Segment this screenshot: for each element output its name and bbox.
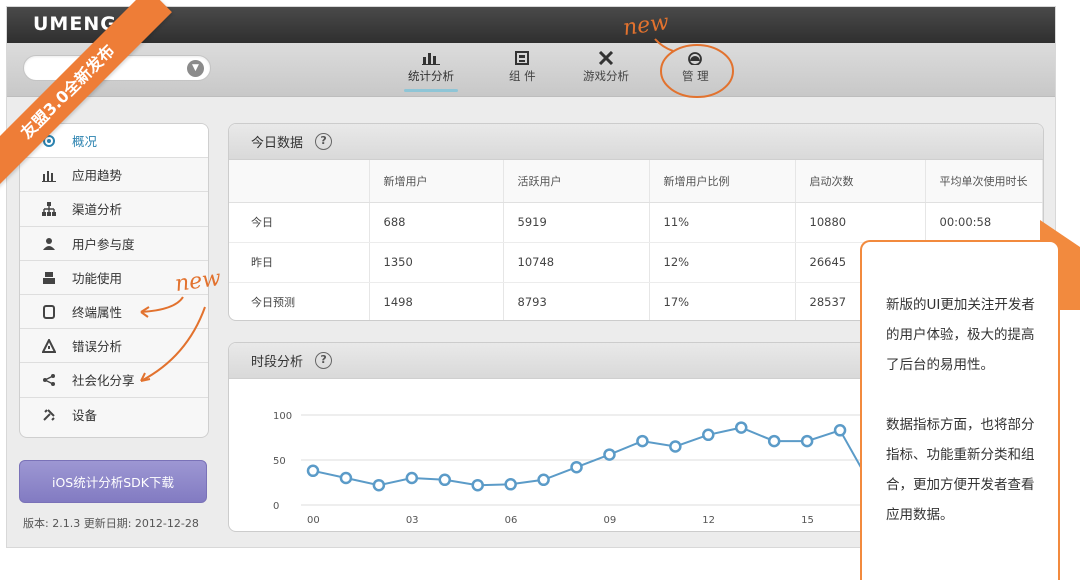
channel-icon	[42, 202, 56, 217]
sidebar-item-social-share[interactable]: 社会化分享	[20, 363, 208, 398]
feature-icon	[43, 271, 55, 284]
table-cell: 昨日	[229, 242, 370, 283]
table-cell: 今日预测	[229, 282, 370, 320]
new-annotation: new	[173, 265, 223, 298]
y-tick-label: 0	[273, 501, 279, 512]
column-header: 新增用户比例	[649, 160, 796, 203]
data-point	[767, 434, 781, 448]
sidebar-item-label: 终端属性	[72, 305, 123, 321]
x-tick-label: 00	[307, 515, 320, 526]
data-point	[833, 424, 847, 437]
sidebar-item-label: 设备	[72, 408, 98, 424]
tab-statistics[interactable]: 统计分析	[404, 51, 458, 92]
sidebar-item-label: 错误分析	[72, 339, 123, 355]
settings-icon	[43, 408, 55, 421]
tab-game-analysis-label: 游戏分析	[583, 69, 629, 83]
sidebar-item-trend[interactable]: 应用趋势	[20, 158, 208, 193]
data-point	[339, 471, 353, 485]
data-point	[504, 478, 517, 491]
table-cell: 1498	[369, 282, 504, 320]
table-cell: 1350	[369, 242, 504, 283]
tab-manage-label: 管 理	[682, 69, 709, 83]
sidebar-item-label: 用户参与度	[72, 236, 135, 252]
table-cell: 今日	[229, 202, 370, 243]
component-icon	[515, 51, 530, 65]
table-row: 今日 688 5919 11% 10880 00:00:58	[229, 202, 1043, 243]
tab-manage[interactable]: 管 理	[682, 51, 709, 84]
table-cell: 8793	[503, 282, 650, 320]
error-icon	[42, 339, 56, 354]
sidebar-item-device-attributes[interactable]: 终端属性	[20, 295, 208, 330]
x-tick-label: 12	[702, 515, 715, 526]
version-info: 版本: 2.1.3 更新日期: 2012-12-28	[23, 517, 199, 530]
data-point	[570, 460, 583, 474]
column-header: 新增用户	[369, 160, 504, 203]
x-tick-label: 03	[406, 515, 419, 526]
data-point	[471, 478, 484, 492]
game-icon	[598, 51, 614, 65]
data-point	[603, 448, 616, 461]
manage-icon	[688, 52, 703, 65]
sidebar-item-channel[interactable]: 渠道分析	[20, 192, 208, 227]
x-tick-label: 15	[801, 515, 814, 526]
share-icon	[43, 374, 55, 387]
column-header: 活跃用户	[503, 160, 650, 203]
sidebar-item-label: 应用趋势	[72, 168, 123, 184]
column-header: 启动次数	[795, 160, 926, 203]
y-tick-label: 100	[273, 411, 292, 422]
data-point	[306, 464, 320, 478]
sidebar-item-label: 社会化分享	[72, 373, 135, 389]
callout-paragraph: 数据指标方面，也将部分指标、功能重新分类和组合，更加方便开发者查看应用数据。	[886, 417, 1035, 523]
tab-statistics-label: 统计分析	[408, 69, 454, 83]
data-point	[800, 434, 814, 448]
callout-paragraph: 新版的UI更加关注开发者的用户体验，极大的提高了后台的易用性。	[886, 297, 1035, 373]
sidebar-item-error-analysis[interactable]: 错误分析	[20, 329, 208, 364]
data-point	[405, 471, 419, 485]
nav-bar: ▼ 统计分析 组 件 游戏分析 管 理	[7, 43, 1055, 97]
tab-components[interactable]: 组 件	[509, 51, 536, 84]
panel-title: 时段分析	[251, 355, 304, 370]
user-icon	[43, 237, 55, 250]
active-tab-indicator	[404, 89, 458, 92]
tab-components-label: 组 件	[509, 69, 536, 83]
table-cell: 688	[369, 202, 504, 243]
table-cell: 5919	[503, 202, 650, 243]
sidebar-item-devices[interactable]: 设备	[20, 398, 208, 432]
x-tick-label: 09	[603, 515, 616, 526]
sidebar-item-label: 概况	[72, 134, 98, 150]
device-icon	[43, 304, 55, 319]
y-tick-label: 50	[273, 456, 286, 467]
data-point	[669, 440, 682, 453]
x-tick-label: 06	[505, 515, 518, 526]
trend-icon	[42, 171, 56, 183]
data-point	[734, 421, 748, 434]
table-header-row: 新增用户 活跃用户 新增用户比例 启动次数 平均单次使用时长	[229, 160, 1043, 203]
sidebar-item-engagement[interactable]: 用户参与度	[20, 227, 208, 261]
help-icon[interactable]: ?	[315, 352, 333, 369]
table-cell: 10748	[503, 242, 650, 283]
table-cell: 10880	[795, 202, 926, 243]
column-header: 平均单次使用时长	[925, 160, 1043, 203]
table-cell: 17%	[649, 282, 796, 320]
help-icon[interactable]: ?	[315, 133, 333, 150]
data-point	[702, 428, 715, 442]
data-point	[537, 473, 550, 487]
table-cell: 00:00:58	[925, 202, 1043, 243]
column-header	[229, 160, 370, 203]
sidebar-item-label: 功能使用	[72, 270, 123, 286]
bar-chart-icon	[422, 53, 440, 65]
data-point	[372, 478, 386, 492]
today-panel-header: 今日数据 ?	[229, 124, 1043, 160]
table-cell: 12%	[649, 242, 796, 283]
table-cell: 11%	[649, 202, 796, 243]
chevron-down-icon[interactable]: ▼	[187, 60, 204, 77]
sdk-download-button[interactable]: iOS统计分析SDK下载	[19, 460, 207, 503]
series-line	[312, 426, 874, 490]
panel-title: 今日数据	[251, 136, 304, 151]
tab-game-analysis[interactable]: 游戏分析	[583, 51, 629, 84]
data-point	[438, 473, 452, 487]
data-point	[636, 434, 649, 448]
sidebar-item-label: 渠道分析	[72, 202, 123, 218]
callout-note: 新版的UI更加关注开发者的用户体验，极大的提高了后台的易用性。 数据指标方面，也…	[860, 240, 1060, 580]
